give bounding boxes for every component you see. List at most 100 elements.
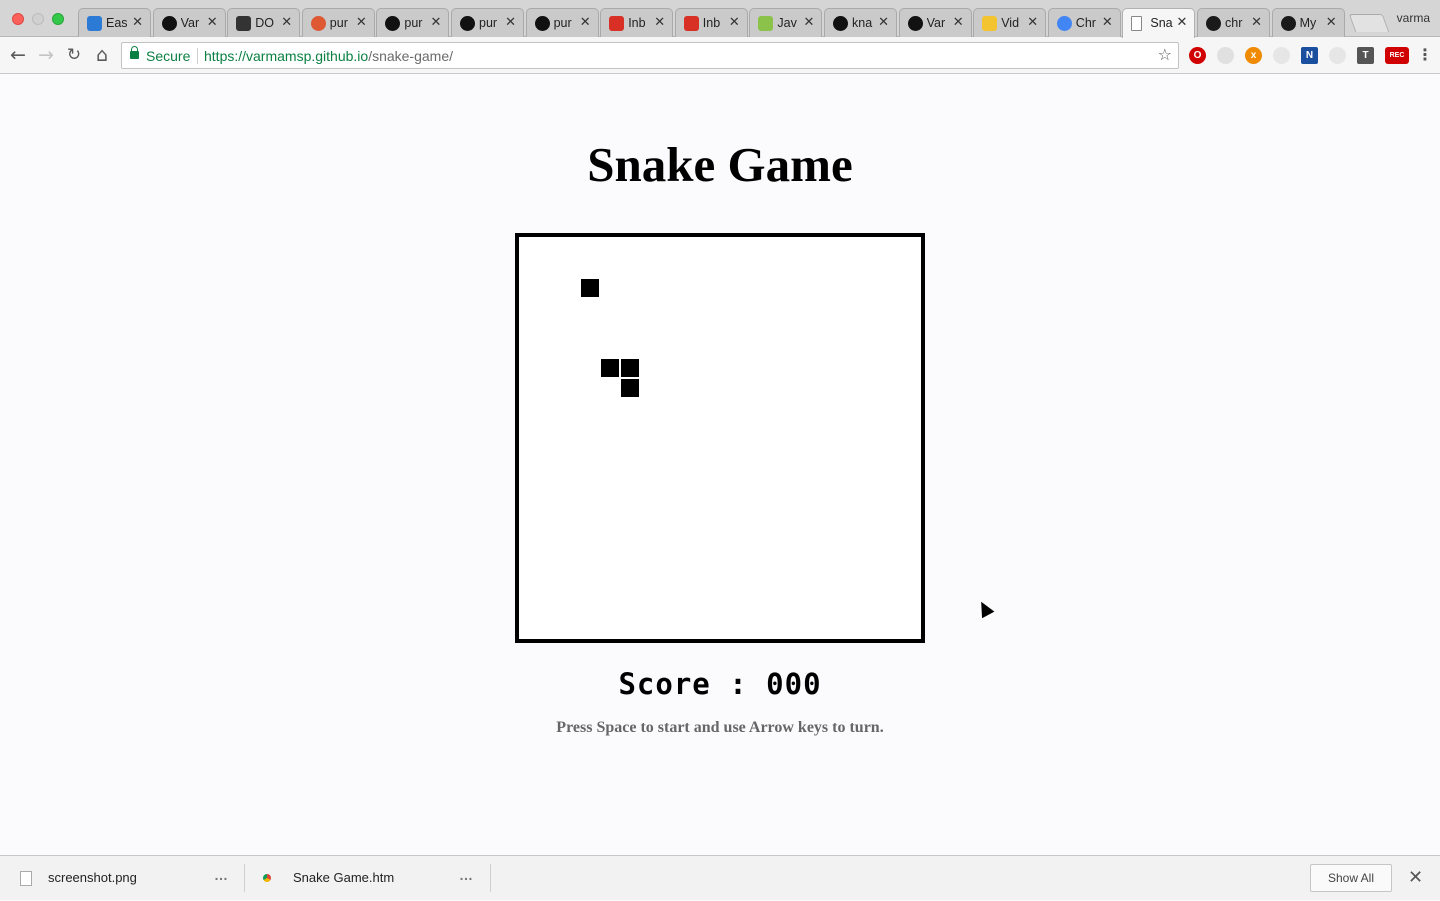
game-board[interactable] [515,233,925,643]
n-icon[interactable]: N [1301,47,1318,64]
tab-title: DO [255,16,274,30]
circle-icon[interactable] [1273,47,1290,64]
new-tab-button[interactable] [1348,14,1390,32]
url-path: /snake-game/ [368,48,454,64]
show-all-button[interactable]: Show All [1310,864,1392,892]
dom-link-icon [236,16,252,31]
window-minimize-button[interactable] [32,13,44,25]
tab-close-icon[interactable]: ✕ [1176,14,1187,30]
extension-blank-icon[interactable] [1217,47,1234,64]
tab[interactable]: DO ✕ [227,8,301,37]
tab[interactable]: Vid ✕ [973,8,1047,37]
lock-icon [130,46,139,59]
tab-close-icon[interactable]: ✕ [1326,14,1337,30]
download-shelf: screenshot.png … Snake Game.htm … Show A… [0,855,1440,900]
tab-title: pur [329,16,348,30]
tab-title: pur [553,16,572,30]
tab-close-icon[interactable]: ✕ [953,14,964,30]
tab[interactable]: Chr ✕ [1047,8,1121,37]
page-title: Snake Game [587,137,853,192]
page-icon [1131,16,1143,31]
tab-title: kna [852,16,873,30]
tab[interactable]: chr ✕ [1197,8,1270,37]
tab-close-icon[interactable]: ✕ [803,14,814,30]
easy-icon [87,16,102,31]
duckduckgo-icon [310,16,326,31]
close-icon[interactable]: ✕ [1408,868,1423,888]
tab-close-icon[interactable]: ✕ [207,14,218,30]
download-item[interactable]: Snake Game.htm … [245,856,490,901]
tab-title: chr [1225,16,1243,30]
tab-active[interactable]: Sna ✕ [1122,8,1196,38]
download-more-icon[interactable]: … [459,867,474,883]
forward-arrow-icon[interactable]: → [36,45,56,65]
tab-title: Inb [628,16,646,30]
tab-close-icon[interactable]: ✕ [729,14,740,30]
food-pellet [581,279,599,297]
tab-title: Chr [1075,16,1096,30]
rec-icon[interactable]: REC [1385,47,1409,64]
tab-title: Var [180,16,200,30]
download-divider [490,864,491,892]
bookmark-star-icon[interactable]: ☆ [1158,46,1172,64]
download-filename: screenshot.png [48,870,137,885]
orange-x-icon[interactable]: x [1245,47,1262,64]
address-divider [197,48,198,64]
tab[interactable]: Eas ✕ [78,8,151,37]
address-bar[interactable]: Secure https://varmamsp.github.io/snake-… [121,42,1179,69]
tab-title: Eas [106,16,128,30]
download-more-icon[interactable]: … [214,867,229,883]
tab-title: My [1299,16,1317,30]
tab[interactable]: pur ✕ [525,8,599,37]
tab-close-icon[interactable]: ✕ [1102,14,1113,30]
tab-close-icon[interactable]: ✕ [430,14,441,30]
url-text[interactable]: https://varmamsp.github.io/snake-game/ [204,48,453,64]
download-item[interactable]: screenshot.png … [0,856,244,901]
tab-close-icon[interactable]: ✕ [132,14,143,30]
url-host: https://varmamsp.github.io [204,48,369,64]
chrome-dev-icon [1206,16,1221,31]
snake-segment [621,359,639,377]
gmail-icon [683,16,699,31]
tab-close-icon[interactable]: ✕ [356,14,367,30]
tab-close-icon[interactable]: ✕ [878,14,889,30]
tab[interactable]: pur ✕ [301,8,375,37]
tab-title: Vid [1001,16,1020,30]
tab-close-icon[interactable]: ✕ [1027,14,1038,30]
snake-segment [601,359,619,377]
tab[interactable]: My ✕ [1271,8,1345,37]
github-icon [385,16,401,31]
tab[interactable]: pur ✕ [376,8,450,37]
github-icon [833,16,848,31]
browser-toolbar: ← → ↻ ⌂ Secure https://varmamsp.github.i… [0,37,1440,74]
home-icon[interactable]: ⌂ [92,45,112,65]
snake-head [621,379,639,397]
t-icon[interactable]: T [1357,47,1374,64]
menu-icon[interactable]: ⋮ [1417,45,1433,65]
tab-close-icon[interactable]: ✕ [1251,14,1262,30]
tab[interactable]: Inb ✕ [674,8,748,37]
github-icon [161,16,177,31]
back-arrow-icon[interactable]: ← [8,45,28,65]
github-icon [907,16,923,31]
tab-title: Inb [702,16,721,30]
tab[interactable]: Var ✕ [898,8,972,37]
reload-icon[interactable]: ↻ [64,45,84,65]
video-icon [982,16,998,31]
tab-strip: Eas ✕ Var ✕ DO ✕ pur ✕ pur ✕ pur ✕ pur ✕ Inb ✕ Inb ✕ Jav ✕ k… [0,0,1440,38]
tab-close-icon[interactable]: ✕ [580,14,591,30]
tab-close-icon[interactable]: ✕ [281,14,292,30]
tab-close-icon[interactable]: ✕ [654,14,665,30]
tab[interactable]: Var ✕ [152,8,226,37]
tab[interactable]: Inb ✕ [600,8,674,37]
window-close-button[interactable] [12,13,24,25]
tab[interactable]: Jav ✕ [749,8,823,37]
window-maximize-button[interactable] [52,13,64,25]
tab-title: pur [479,16,498,30]
opera-icon[interactable]: O [1189,47,1206,64]
gear-ext-icon[interactable] [1329,47,1346,64]
tab[interactable]: pur ✕ [451,8,524,37]
tab-close-icon[interactable]: ✕ [505,14,516,30]
tab[interactable]: kna ✕ [824,8,897,37]
profile-name[interactable]: varma [1397,11,1430,25]
